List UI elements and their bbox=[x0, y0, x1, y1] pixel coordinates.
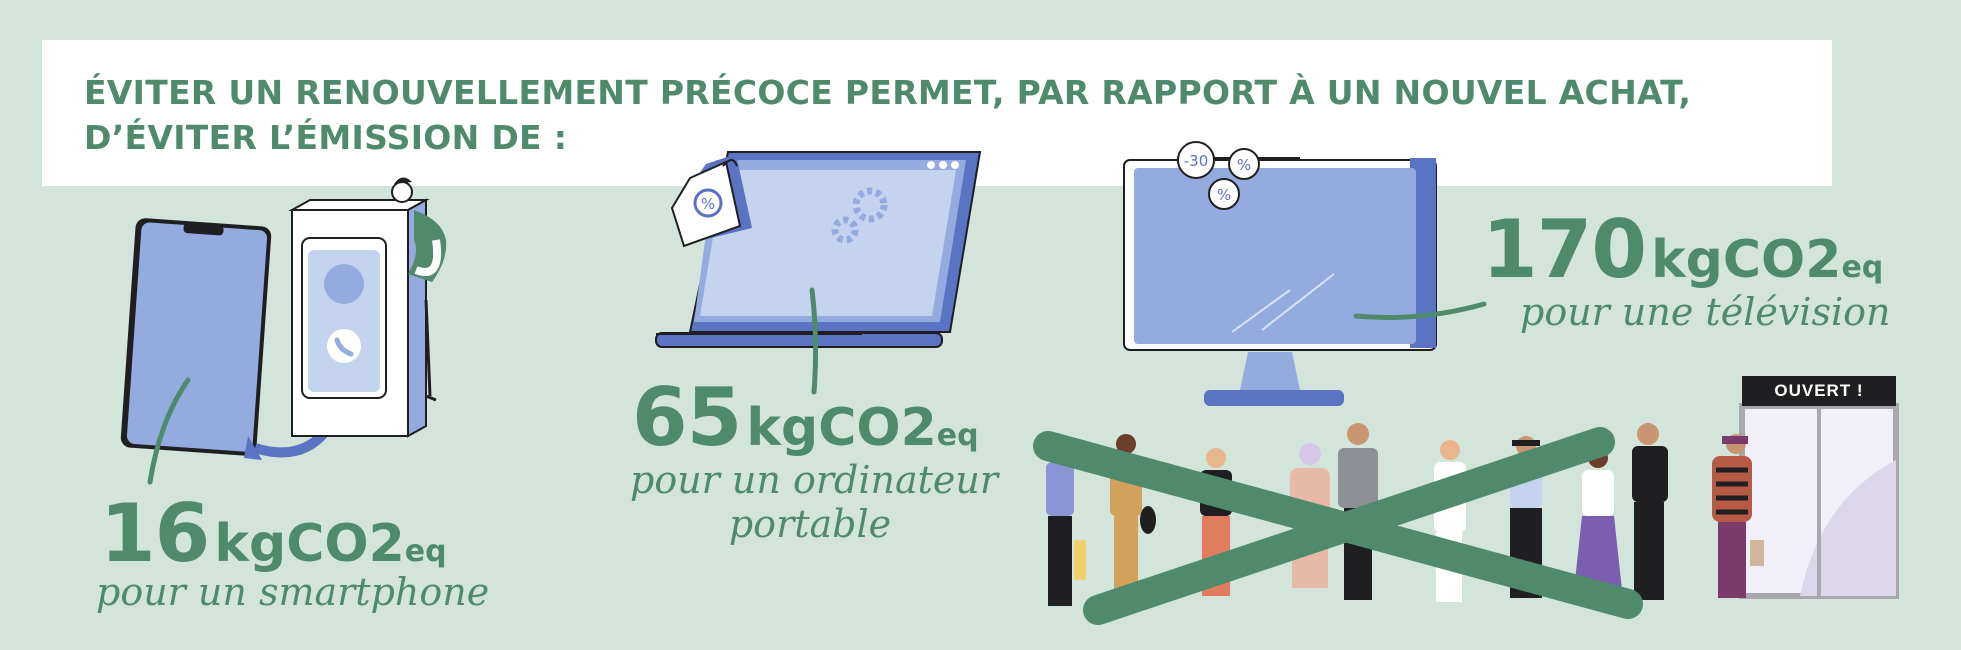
stat-unit-sub: eq bbox=[936, 418, 979, 453]
caption-laptop-line-2: portable bbox=[728, 502, 892, 546]
caption-television: pour une télévision bbox=[1520, 290, 1891, 334]
phone-box-icon bbox=[288, 198, 430, 438]
caption-laptop: pour un ordinateur portable bbox=[630, 458, 998, 546]
caption-smartphone: pour un smartphone bbox=[96, 570, 490, 614]
shopping-crowd-illustration bbox=[1033, 423, 1764, 625]
caption-laptop-line-1: pour un ordinateur bbox=[630, 458, 998, 502]
store-sign: OUVERT ! bbox=[1742, 376, 1896, 406]
stat-laptop: 65 kgCO2eq bbox=[632, 378, 979, 459]
stat-unit-sub: eq bbox=[1841, 250, 1884, 285]
tv-tag-percent-1: % bbox=[1237, 156, 1251, 174]
stat-value: 65 bbox=[632, 371, 742, 464]
stat-value: 170 bbox=[1482, 203, 1647, 296]
stat-unit: kgCO2 bbox=[746, 398, 937, 458]
tv-tag-minus30: -30 bbox=[1184, 152, 1209, 170]
stat-smartphone: 16 kgCO2eq bbox=[100, 494, 447, 575]
stat-unit: kgCO2 bbox=[1651, 230, 1842, 290]
stat-unit: kgCO2 bbox=[214, 514, 405, 574]
stat-value: 16 bbox=[100, 487, 210, 580]
tag-percent-label: % bbox=[701, 195, 715, 213]
stat-unit-sub: eq bbox=[404, 534, 447, 569]
store-door-icon bbox=[1739, 403, 1899, 599]
smartphone-icon bbox=[120, 218, 272, 456]
tv-tag-percent-2: % bbox=[1217, 186, 1231, 204]
television-icon bbox=[1123, 157, 1437, 406]
stat-television: 170 kgCO2eq bbox=[1482, 210, 1884, 291]
